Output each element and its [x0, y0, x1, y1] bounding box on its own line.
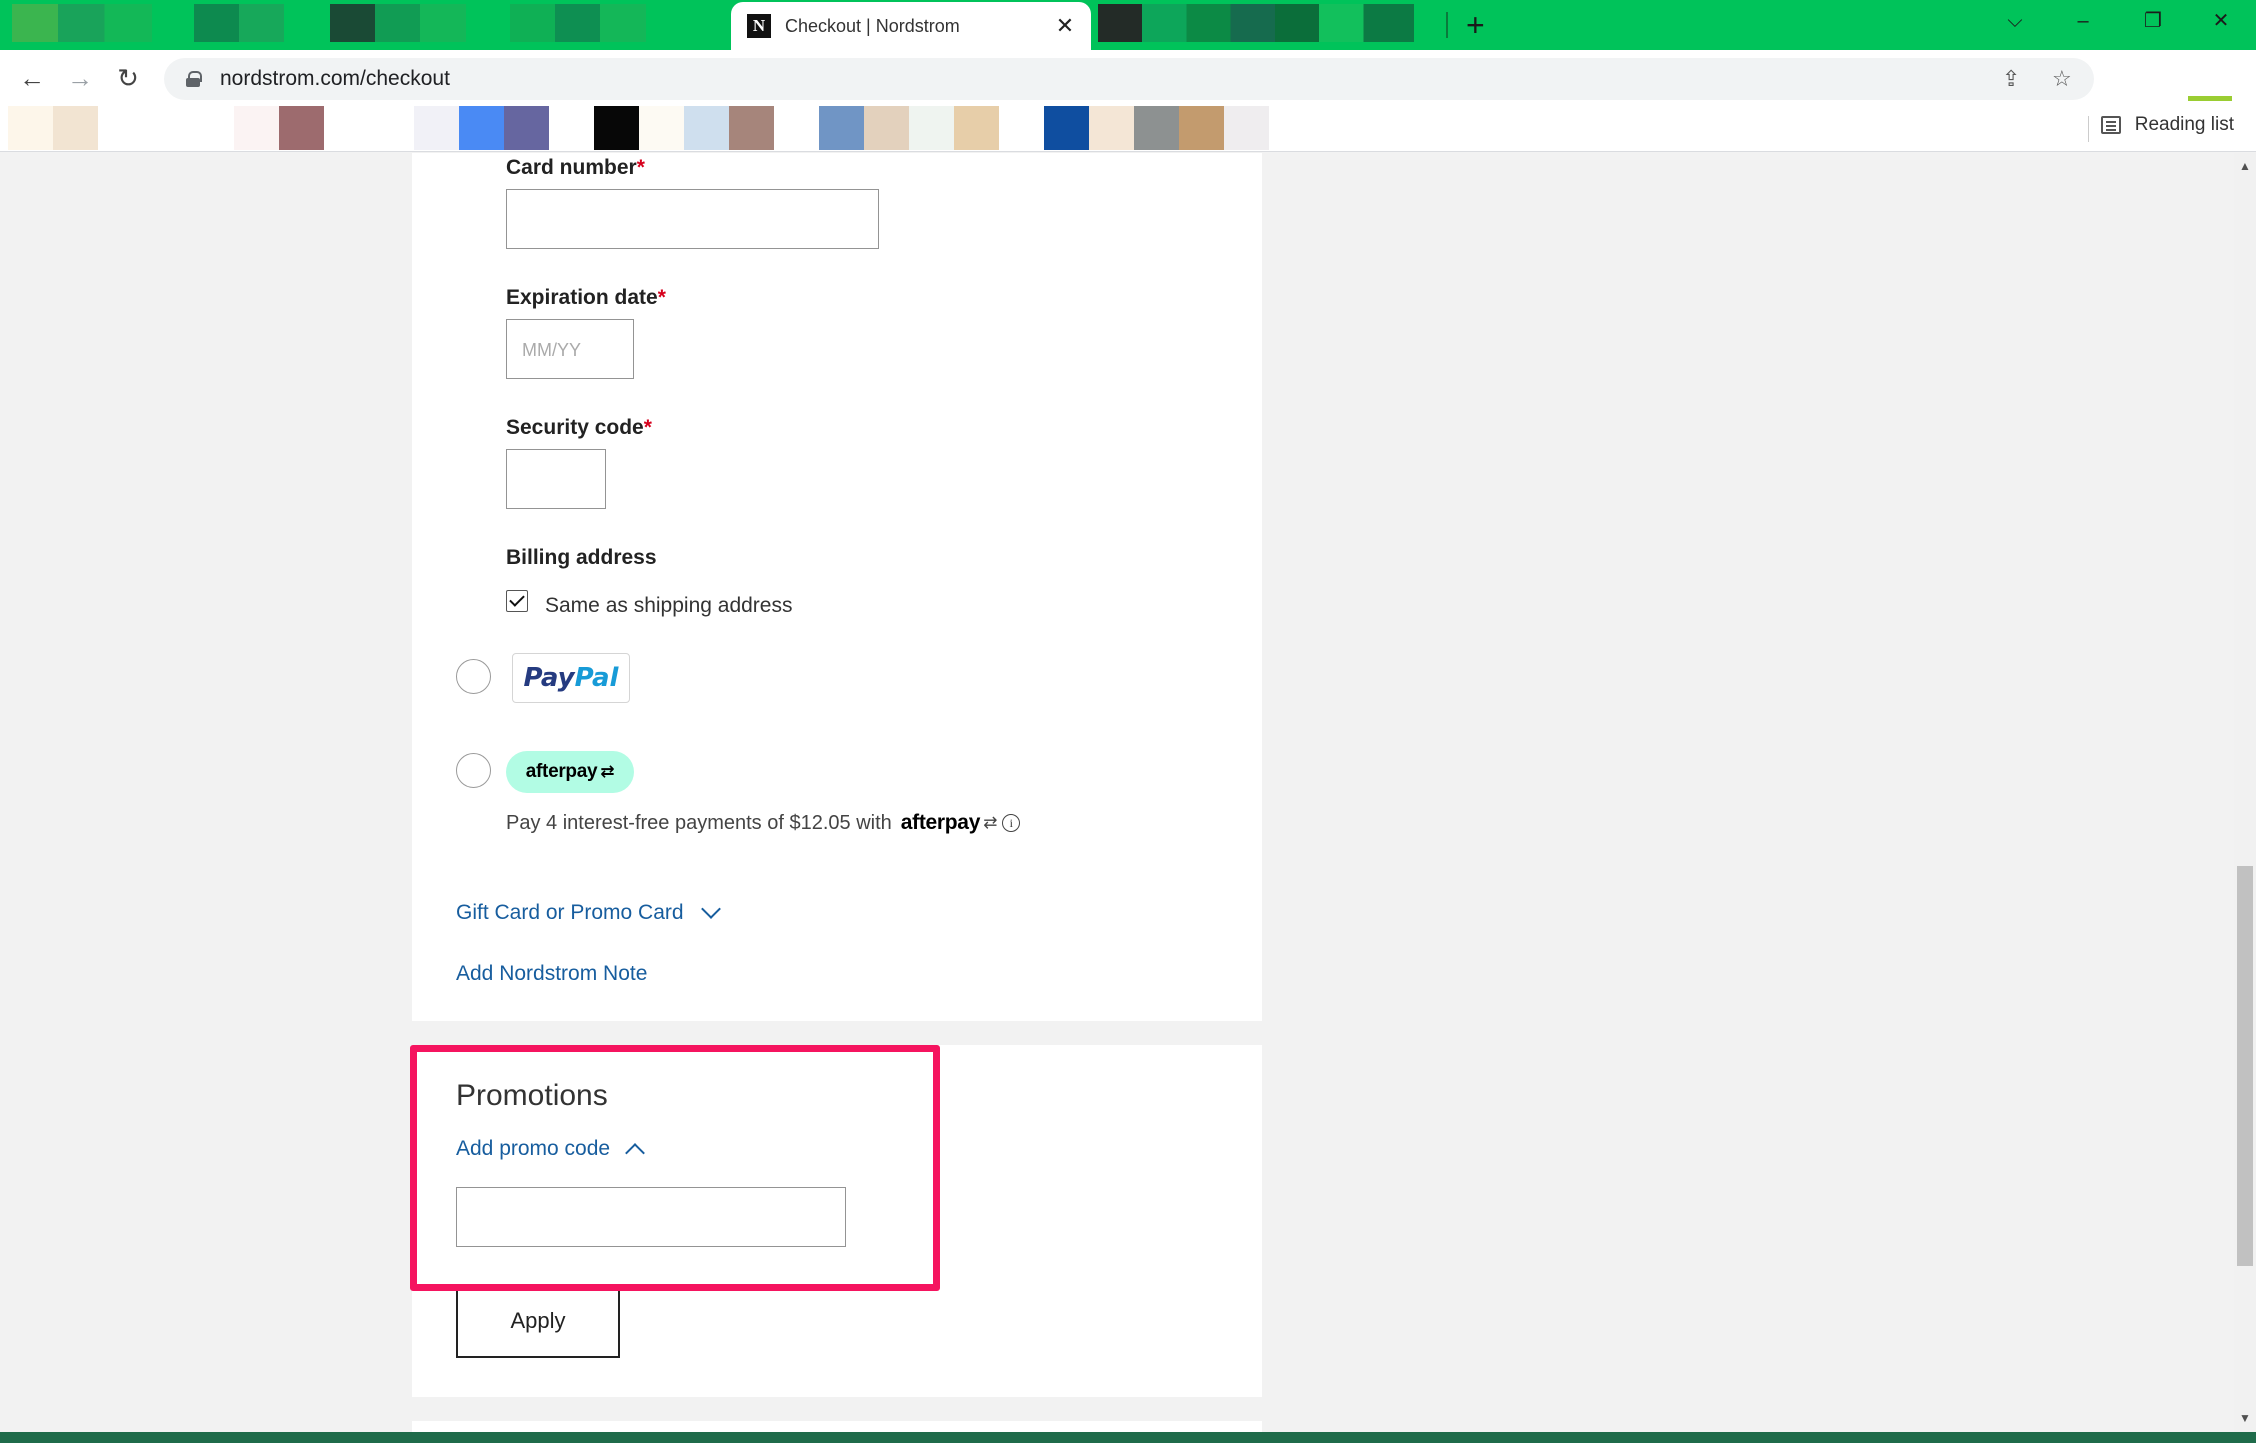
- bookmark-1[interactable]: [8, 106, 53, 150]
- bookmark-14[interactable]: [909, 106, 954, 150]
- page-scrollbar[interactable]: ▲ ▼: [2234, 153, 2256, 1432]
- tab-checkout[interactable]: N Checkout | Nordstrom ✕: [731, 2, 1091, 50]
- restore-icon[interactable]: ❐: [2138, 6, 2168, 36]
- blurred-tab-4[interactable]: [510, 4, 646, 42]
- bookmark-20[interactable]: [1224, 106, 1269, 150]
- paypal-logo[interactable]: Pay Pal: [512, 653, 630, 703]
- reading-list-label: Reading list: [2134, 114, 2234, 135]
- bookmark-15[interactable]: [954, 106, 999, 150]
- forward-icon[interactable]: →: [62, 60, 98, 96]
- profile-indicator: [2188, 96, 2232, 101]
- tab-title: Checkout | Nordstrom: [785, 15, 960, 36]
- minimize-icon[interactable]: –: [2068, 6, 2098, 36]
- bookmark-6[interactable]: [459, 106, 504, 150]
- chevron-down-icon: [700, 899, 721, 919]
- lock-icon[interactable]: [186, 71, 202, 87]
- afterpay-inline-arrows-icon: ⇄: [983, 813, 998, 832]
- scroll-down-icon[interactable]: ▼: [2239, 1411, 2251, 1425]
- add-note-link[interactable]: Add Nordstrom Note: [456, 962, 647, 986]
- bookmarks-separator: [2088, 116, 2089, 142]
- bookmarks-bar: Reading list: [0, 106, 2256, 152]
- url-text[interactable]: nordstrom.com/checkout: [220, 67, 450, 91]
- blurred-tab-3[interactable]: [330, 4, 466, 42]
- scroll-up-icon[interactable]: ▲: [2239, 159, 2251, 173]
- bookmark-5[interactable]: [414, 106, 459, 150]
- bookmark-12[interactable]: [819, 106, 864, 150]
- nordstrom-favicon-icon: N: [747, 14, 771, 38]
- afterpay-radio[interactable]: [456, 753, 491, 788]
- bookmark-17[interactable]: [1089, 106, 1134, 150]
- afterpay-installments-text: Pay 4 interest-free payments of $12.05 w…: [506, 811, 1021, 835]
- bookmark-9[interactable]: [639, 106, 684, 150]
- blurred-tab-2[interactable]: [194, 4, 284, 42]
- card-number-input[interactable]: [506, 189, 879, 249]
- payment-card: Card number* Expiration date* MM/YY Secu…: [412, 153, 1262, 1021]
- bookmark-4[interactable]: [279, 106, 324, 150]
- gift-card-toggle[interactable]: Gift Card or Promo Card: [456, 899, 721, 925]
- bookmark-3[interactable]: [234, 106, 279, 150]
- bookmark-18[interactable]: [1134, 106, 1179, 150]
- paypal-radio[interactable]: [456, 659, 491, 694]
- next-section-card: [412, 1421, 1262, 1432]
- blurred-tab-1[interactable]: [12, 4, 152, 42]
- same-as-shipping-label[interactable]: Same as shipping address: [545, 594, 792, 618]
- bookmark-10[interactable]: [684, 106, 729, 150]
- apply-button[interactable]: Apply: [456, 1284, 620, 1358]
- bookmark-16[interactable]: [1044, 106, 1089, 150]
- taskbar: [0, 1432, 2256, 1443]
- afterpay-logo[interactable]: afterpay ⇄: [506, 751, 634, 793]
- security-code-label: Security code*: [506, 416, 652, 439]
- afterpay-inline-logo: afterpay: [900, 811, 981, 834]
- share-icon[interactable]: ⇪: [2002, 66, 2020, 92]
- scrollbar-thumb[interactable]: [2237, 866, 2253, 1266]
- new-tab-button[interactable]: +: [1466, 6, 1485, 44]
- expiration-placeholder: MM/YY: [522, 340, 582, 360]
- bookmark-7[interactable]: [504, 106, 549, 150]
- same-as-shipping-checkbox[interactable]: [506, 590, 528, 612]
- window-close-icon[interactable]: ✕: [2206, 6, 2236, 36]
- reading-list-button[interactable]: Reading list: [2100, 114, 2234, 136]
- bookmark-13[interactable]: [864, 106, 909, 150]
- card-number-label: Card number*: [506, 156, 645, 179]
- blurred-tab-5[interactable]: [1098, 4, 1414, 42]
- billing-address-label: Billing address: [506, 546, 657, 569]
- security-code-input[interactable]: [506, 449, 606, 509]
- reload-icon[interactable]: ↻: [110, 60, 146, 96]
- info-icon[interactable]: i: [1002, 814, 1021, 832]
- tab-close-icon[interactable]: ✕: [1053, 13, 1077, 39]
- reading-list-icon: [2100, 116, 2121, 134]
- bookmark-8[interactable]: [594, 106, 639, 150]
- tab-separator: [1446, 12, 1448, 38]
- promotions-highlight-box: [410, 1045, 940, 1291]
- back-icon[interactable]: ←: [14, 60, 50, 96]
- browser-toolbar: ← → ↻ nordstrom.com/checkout ⇪ ☆: [0, 50, 2256, 106]
- bookmark-star-icon[interactable]: ☆: [2052, 66, 2072, 92]
- expiration-date-input[interactable]: MM/YY: [506, 319, 634, 379]
- expiration-date-label: Expiration date*: [506, 286, 666, 309]
- tab-search-icon[interactable]: ⌵: [2000, 6, 2030, 36]
- bookmark-19[interactable]: [1179, 106, 1224, 150]
- bookmark-11[interactable]: [729, 106, 774, 150]
- tab-strip: N Checkout | Nordstrom ✕ + ⌵ – ❐ ✕: [0, 0, 2256, 50]
- page-viewport: Card number* Expiration date* MM/YY Secu…: [0, 153, 2234, 1432]
- bookmark-2[interactable]: [53, 106, 98, 150]
- address-bar[interactable]: nordstrom.com/checkout ⇪ ☆: [164, 58, 2094, 100]
- afterpay-arrows-icon: ⇄: [600, 762, 615, 781]
